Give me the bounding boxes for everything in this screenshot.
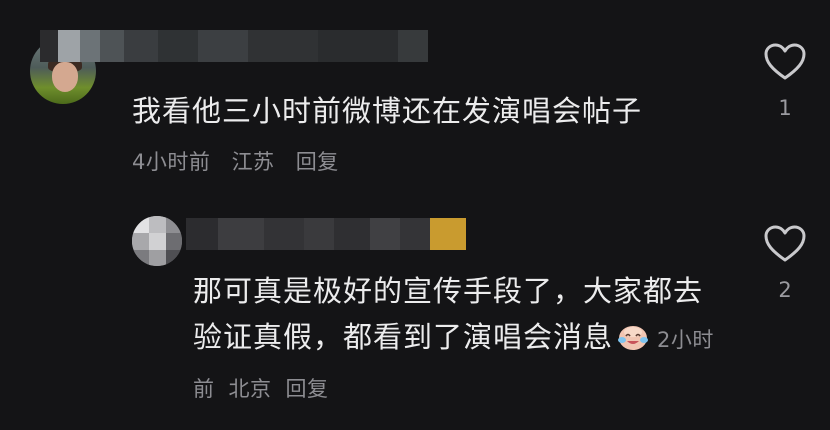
comment-location: 北京 (228, 377, 272, 401)
comment-text: 我看他三小时前微博还在发演唱会帖子 (132, 94, 643, 128)
comment-meta: 4小时前 江苏 回复 (132, 146, 353, 176)
reply-button[interactable]: 回复 (296, 150, 339, 174)
like-count: 1 (778, 96, 792, 120)
avatar[interactable] (132, 216, 182, 266)
like-button[interactable]: 2 (757, 224, 813, 302)
heart-outline-icon (764, 225, 806, 262)
comment-location: 江苏 (231, 150, 275, 174)
comment-time: 4小时前 (132, 150, 211, 174)
like-button[interactable]: 1 (757, 42, 813, 120)
reply-button[interactable]: 回复 (286, 377, 329, 401)
comment-text: 那可真是极好的宣传手段了，大家都去验证真假，都看到了演唱会消息 2小时前 北京 回复 (193, 268, 723, 412)
like-count: 2 (778, 278, 792, 302)
blurred-username[interactable] (186, 218, 466, 250)
crying-laughing-emoji-icon (617, 318, 649, 350)
blurred-username[interactable] (40, 30, 428, 62)
heart-outline-icon (764, 43, 806, 80)
